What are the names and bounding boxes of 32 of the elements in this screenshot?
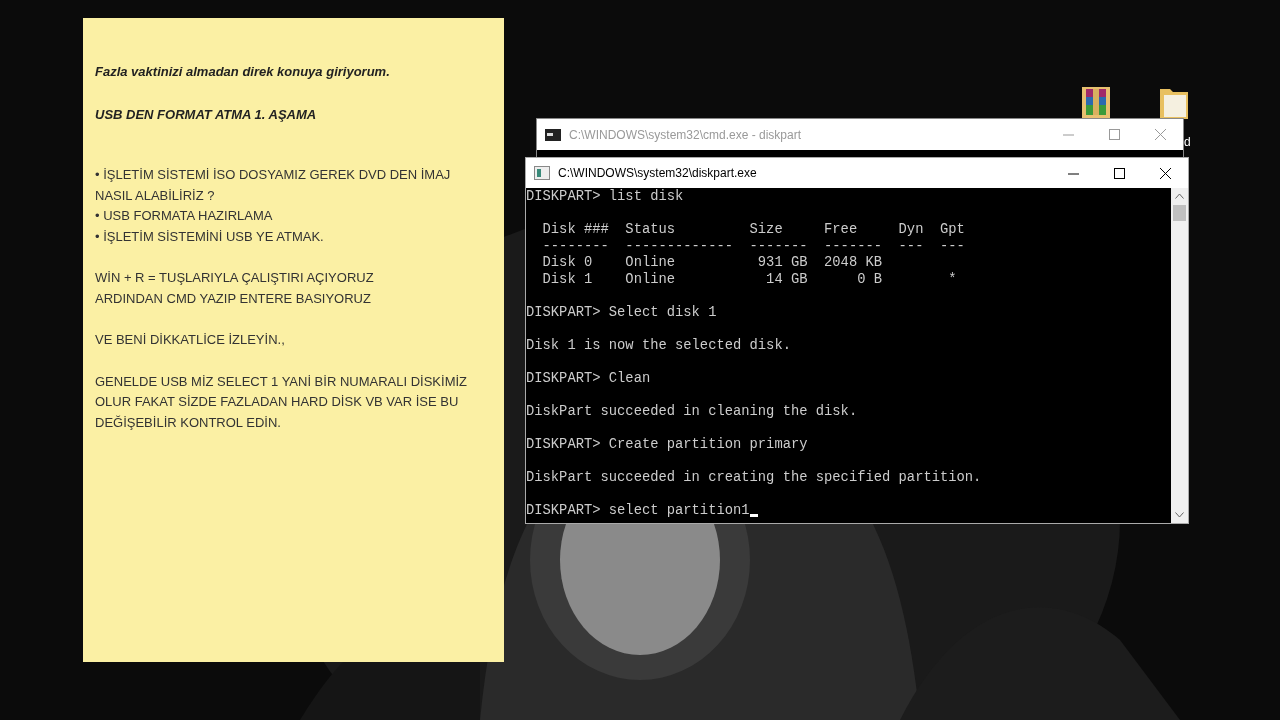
terminal-line: -------- ------------- ------- ------- --- ---: [541, 238, 965, 255]
console-icon: [545, 128, 561, 141]
scrollbar-thumb[interactable]: [1173, 205, 1186, 221]
archive-icon[interactable]: [1080, 85, 1112, 121]
terminal-line: DISKPART> list disk: [526, 189, 684, 206]
terminal-line: Disk 0 Online 931 GB 2048 KB: [541, 255, 883, 272]
scroll-down-icon[interactable]: [1175, 512, 1184, 518]
terminal-line: DiskPart succeeded in creating the specified partition.: [526, 469, 982, 486]
note-paragraph: WİN + R = TUŞLARIYLA ÇALIŞTIRI AÇIYORUZ ARDINDAN CMD YAZIP ENTERE BASIYORUZ: [95, 269, 375, 308]
close-icon: [1154, 129, 1166, 140]
terminal-line: Disk 1 Online 14 GB 0 B *: [541, 271, 957, 288]
maximize-icon: [1108, 129, 1120, 140]
note-heading: USB DEN FORMAT ATMA 1. AŞAMA: [95, 105, 318, 124]
scrollbar[interactable]: [1171, 188, 1188, 523]
app-icon: [534, 166, 550, 180]
note-heading: Fazla vaktinizi almadan direk konuya giriyorum.: [95, 63, 391, 81]
note-paragraph: GENELDE USB MİZ SELECT 1 YANİ BİR NUMARALI DİSKİMİZ OLUR FAKAT SİZDE FAZLADAN HARD DİSK VB VAR İSE BU DEĞİŞEBİLİR KONTROL EDİN.: [95, 372, 469, 432]
terminal-line: Disk ### Status Size Free Dyn Gpt: [541, 222, 965, 239]
icon-label: d: [1184, 134, 1191, 151]
terminal-line: DISKPART> Select disk 1: [526, 304, 717, 321]
note-paragraph: • İŞLETİM SİSTEMİ İSO DOSYAMIZ GEREK DVD DEN İMAJ NASIL ALABİLİRİZ ? • USB FORMATA HAZIRLAMA • İŞLETİM SİSTEMİNİ USB YE ATMAK.: [95, 166, 452, 246]
window-title: C:\WINDOWS\system32\cmd.exe - diskpart: [569, 126, 803, 144]
window-title: C:\WINDOWS\system32\diskpart.exe: [558, 165, 758, 182]
terminal-line: DISKPART> select partition1: [526, 502, 750, 519]
terminal-line: Disk 1 is now the selected disk.: [526, 337, 791, 354]
maximize-icon: [1113, 167, 1125, 179]
terminal-line: DISKPART> Create partition primary: [526, 436, 808, 453]
terminal-line: DISKPART> Clean: [526, 370, 651, 387]
note-paragraph: VE BENİ DİKKATLİCE İZLEYİN.,: [95, 331, 286, 349]
scroll-up-icon[interactable]: [1175, 193, 1184, 199]
terminal-line: DiskPart succeeded in cleaning the disk.: [526, 403, 858, 420]
close-icon: [1159, 167, 1171, 179]
